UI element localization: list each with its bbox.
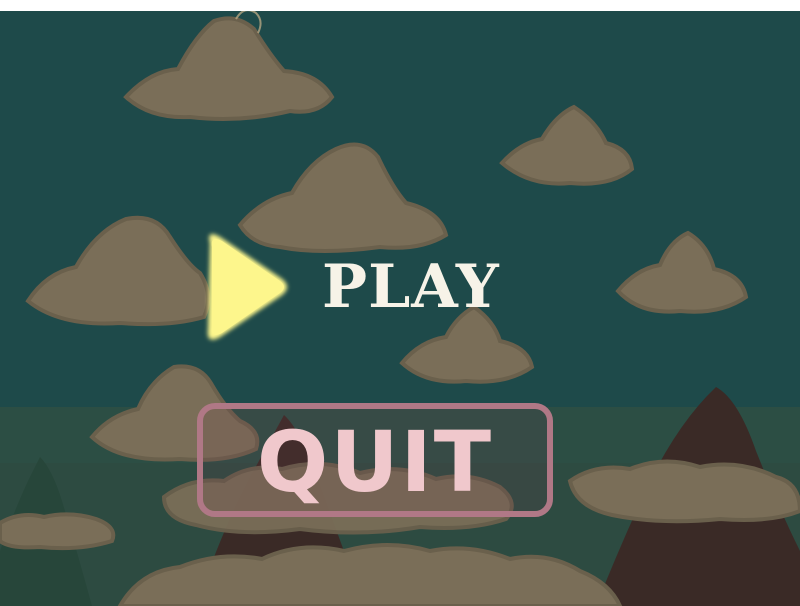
- game-menu-background: PLAY QUIT: [0, 11, 800, 606]
- play-button[interactable]: PLAY: [196, 225, 506, 349]
- quit-label: QUIT: [256, 413, 494, 511]
- cloud-bank-left: [0, 512, 116, 551]
- cloud-bank-right: [567, 459, 800, 524]
- play-label: PLAY: [322, 252, 500, 322]
- play-triangle-icon: [207, 234, 287, 340]
- quit-button[interactable]: QUIT: [197, 403, 553, 517]
